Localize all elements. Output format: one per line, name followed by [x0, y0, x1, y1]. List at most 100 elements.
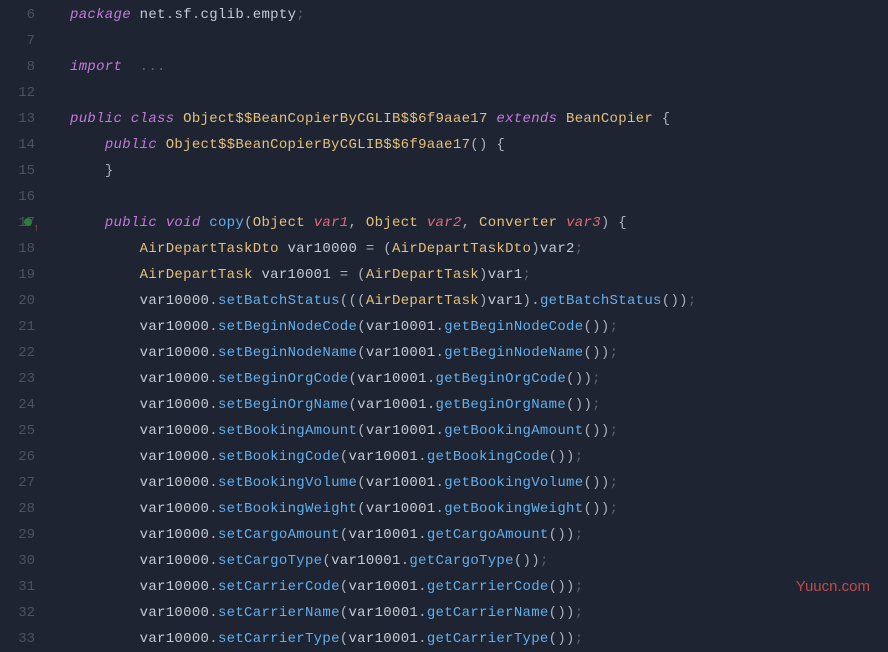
line-number: 22 — [0, 340, 35, 366]
code-token: . — [436, 475, 445, 491]
breakpoint-marker-icon[interactable] — [24, 218, 32, 226]
code-token: class — [131, 111, 175, 127]
code-line[interactable]: AirDepartTask var10001 = (AirDepartTask)… — [70, 262, 888, 288]
code-token: ( — [357, 501, 366, 517]
code-token: var10001 — [348, 579, 418, 595]
code-token: ( — [322, 553, 331, 569]
code-token: getCargoAmount — [427, 527, 549, 543]
code-token: ()) — [583, 319, 609, 335]
line-number: 33 — [0, 626, 35, 652]
line-number: 18 — [0, 236, 35, 262]
code-token: . — [209, 423, 218, 439]
code-token: package — [70, 7, 131, 23]
code-editor[interactable]: 678121314151617↑181920212223242526272829… — [0, 0, 888, 651]
code-token — [418, 215, 427, 231]
code-token: getBeginOrgName — [436, 397, 567, 413]
code-token: ((( — [340, 293, 366, 309]
code-token: { — [662, 111, 671, 127]
code-token: setCargoAmount — [218, 527, 340, 543]
code-token: , — [462, 215, 479, 231]
code-line[interactable]: var10000.setCargoAmount(var10001.getCarg… — [70, 522, 888, 548]
code-token: setBeginOrgCode — [218, 371, 349, 387]
code-line[interactable] — [70, 184, 888, 210]
code-line[interactable]: var10000.setCargoType(var10001.getCargoT… — [70, 548, 888, 574]
line-number: 23 — [0, 366, 35, 392]
code-line[interactable]: var10000.setBeginNodeName(var10001.getBe… — [70, 340, 888, 366]
code-line[interactable]: var10000.setBeginOrgName(var10001.getBeg… — [70, 392, 888, 418]
code-token: var10001 — [348, 605, 418, 621]
code-token: . — [209, 371, 218, 387]
line-number: 26 — [0, 444, 35, 470]
code-token: setBookingCode — [218, 449, 340, 465]
code-token: var10000 — [140, 449, 210, 465]
code-token: var10000 — [140, 345, 210, 361]
code-token: . — [436, 423, 445, 439]
code-token: . — [531, 293, 540, 309]
code-token: . — [418, 527, 427, 543]
code-line[interactable]: var10000.setBookingWeight(var10001.getBo… — [70, 496, 888, 522]
code-token: . — [209, 345, 218, 361]
code-token — [174, 111, 183, 127]
code-token: ( — [357, 345, 366, 361]
code-token: var10001 — [348, 527, 418, 543]
code-token: . — [427, 397, 436, 413]
code-token: var10000 — [140, 371, 210, 387]
code-token: . — [209, 631, 218, 647]
code-token: var10001 — [366, 501, 436, 517]
code-token: . — [209, 293, 218, 309]
code-token: public — [70, 111, 122, 127]
code-token: cglib — [201, 7, 245, 23]
code-token: var10001 — [366, 423, 436, 439]
code-token — [653, 111, 662, 127]
code-line[interactable]: import ... — [70, 54, 888, 80]
code-token: var2 — [427, 215, 462, 231]
line-number: 14 — [0, 132, 35, 158]
code-token: . — [209, 605, 218, 621]
code-token: var10000 — [140, 293, 210, 309]
code-line[interactable]: package net.sf.cglib.empty; — [70, 2, 888, 28]
code-line[interactable]: var10000.setCarrierType(var10001.getCarr… — [70, 626, 888, 652]
code-token: ( — [383, 241, 392, 257]
code-token: ; — [575, 605, 584, 621]
code-token: } — [105, 163, 114, 179]
code-line[interactable]: public Object$$BeanCopierByCGLIB$$6f9aae… — [70, 132, 888, 158]
code-token: () — [470, 137, 487, 153]
code-token: copy — [209, 215, 244, 231]
code-line[interactable]: AirDepartTaskDto var10000 = (AirDepartTa… — [70, 236, 888, 262]
code-line[interactable]: var10000.setCarrierCode(var10001.getCarr… — [70, 574, 888, 600]
code-token: . — [209, 475, 218, 491]
code-token: ) — [601, 215, 610, 231]
code-token: var10000 — [279, 241, 366, 257]
code-token: ( — [357, 423, 366, 439]
code-token: getBookingWeight — [444, 501, 583, 517]
code-token: var10000 — [140, 319, 210, 335]
code-line[interactable]: var10000.setBeginOrgCode(var10001.getBeg… — [70, 366, 888, 392]
code-token: . — [418, 631, 427, 647]
code-line[interactable] — [70, 80, 888, 106]
code-line[interactable]: public void copy(Object var1, Object var… — [70, 210, 888, 236]
code-token: ()) — [583, 423, 609, 439]
code-token: . — [418, 449, 427, 465]
code-line[interactable]: var10000.setBatchStatus(((AirDepartTask)… — [70, 288, 888, 314]
code-token: . — [436, 501, 445, 517]
code-token: . — [418, 605, 427, 621]
code-token: ) — [479, 267, 488, 283]
code-line[interactable]: var10000.setBookingVolume(var10001.getBo… — [70, 470, 888, 496]
line-number: 20 — [0, 288, 35, 314]
code-line[interactable]: } — [70, 158, 888, 184]
code-token: var1 — [488, 293, 523, 309]
code-line[interactable]: var10000.setBookingAmount(var10001.getBo… — [70, 418, 888, 444]
code-token: . — [209, 501, 218, 517]
code-line[interactable] — [70, 28, 888, 54]
code-area[interactable]: package net.sf.cglib.empty; import ... pub… — [45, 0, 888, 651]
code-token: ; — [575, 527, 584, 543]
code-line[interactable]: var10000.setBeginNodeCode(var10001.getBe… — [70, 314, 888, 340]
code-token: var10001 — [357, 371, 427, 387]
code-line[interactable]: public class Object$$BeanCopierByCGLIB$$… — [70, 106, 888, 132]
code-line[interactable]: var10000.setBookingCode(var10001.getBook… — [70, 444, 888, 470]
code-line[interactable]: var10000.setCarrierName(var10001.getCarr… — [70, 600, 888, 626]
code-token: ()) — [662, 293, 688, 309]
code-token: ( — [348, 371, 357, 387]
code-token: Converter — [479, 215, 557, 231]
code-token: var10001 — [253, 267, 340, 283]
